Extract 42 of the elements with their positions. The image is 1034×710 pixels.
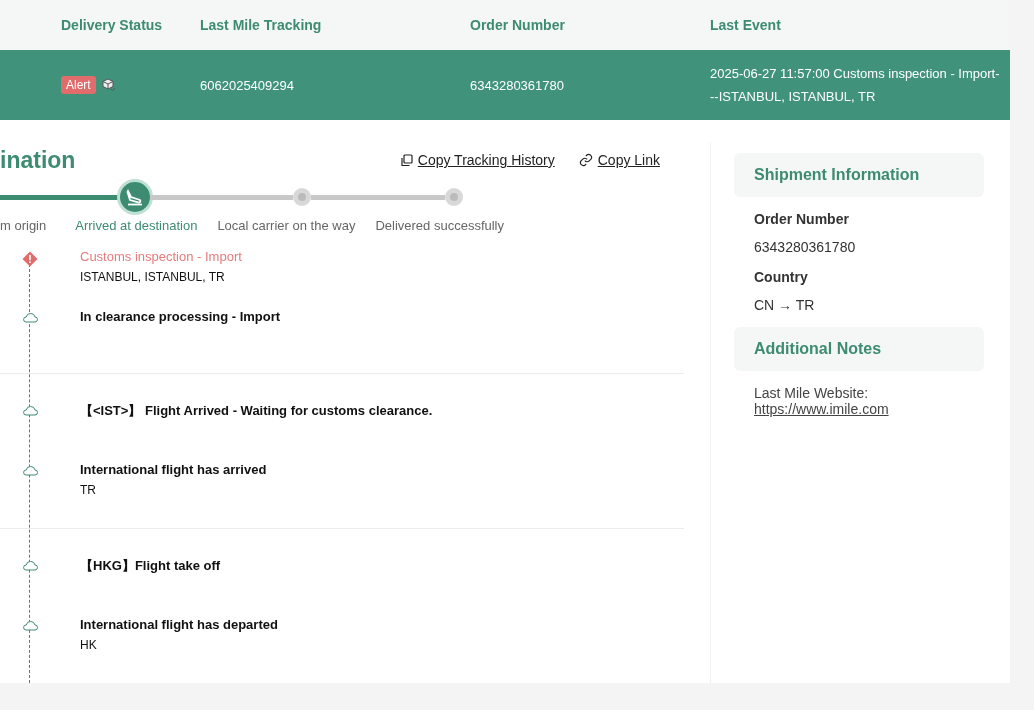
table-cell-text: 2025-06-27 11:57:00 Customs inspection - Import---ISTANBUL, ISTANBUL, TR (710, 65, 1000, 106)
event-title: 【<IST>】 Flight Arrived - Waiting for customs clearance. (80, 402, 433, 420)
shipment-row[interactable]: Alert 6062025409294 6343280361780 2025-06-27 11:57:00 Customs inspection - Import---ISTANBUL, ISTANBUL, TR (0, 50, 1010, 120)
event-location: ISTANBUL, ISTANBUL, TR (80, 270, 226, 284)
cloud-icon (22, 311, 38, 323)
event-title: International flight has departed (80, 617, 278, 632)
table-cell-text: 6062025409294 (200, 76, 295, 95)
cloud-icon (22, 464, 38, 476)
cloud-icon (22, 619, 38, 631)
section-header: Additional Notes (734, 327, 984, 371)
step-label: m origin (0, 218, 47, 233)
section-header: Shipment Information (734, 153, 984, 197)
event-title: International flight has arrived (80, 462, 267, 477)
field-label: Order Number (754, 211, 850, 227)
column-header: Delivery Status (61, 17, 164, 33)
table-cell-text: 6343280361780 (470, 76, 565, 95)
cloud-icon (22, 404, 38, 416)
event-location: TR (80, 483, 97, 497)
website-link[interactable]: https://www.imile.com (754, 401, 889, 417)
step-label: Local carrier on the way (217, 218, 356, 233)
step-label: Arrived at destination (75, 218, 198, 233)
event-title: 【HKG】Flight take off (80, 557, 221, 575)
alert-badge: Alert (61, 76, 96, 94)
copy-history-link[interactable]: Copy Tracking History (399, 152, 555, 168)
copy-icon (399, 153, 413, 167)
cloud-icon (22, 559, 38, 571)
column-header: Last Mile Tracking (200, 17, 323, 33)
alert-icon (22, 251, 38, 267)
event-title: In clearance processing - Import (80, 309, 281, 324)
link-icon (578, 153, 593, 167)
event-title: Customs inspection - Import (80, 249, 242, 264)
field-label: Country (754, 269, 809, 285)
tracking-title: ination (0, 146, 77, 174)
event-location: HK (80, 638, 98, 652)
package-icon (101, 78, 116, 92)
note-text: Last Mile Website: (754, 385, 870, 401)
step-label: Delivered successfully (375, 218, 504, 233)
column-header: Last Event (710, 17, 782, 33)
column-header: Order Number (470, 17, 566, 33)
copy-link[interactable]: Copy Link (578, 152, 660, 168)
field-value: CN → TR (754, 297, 816, 313)
field-value: 6343280361780 (754, 239, 857, 255)
